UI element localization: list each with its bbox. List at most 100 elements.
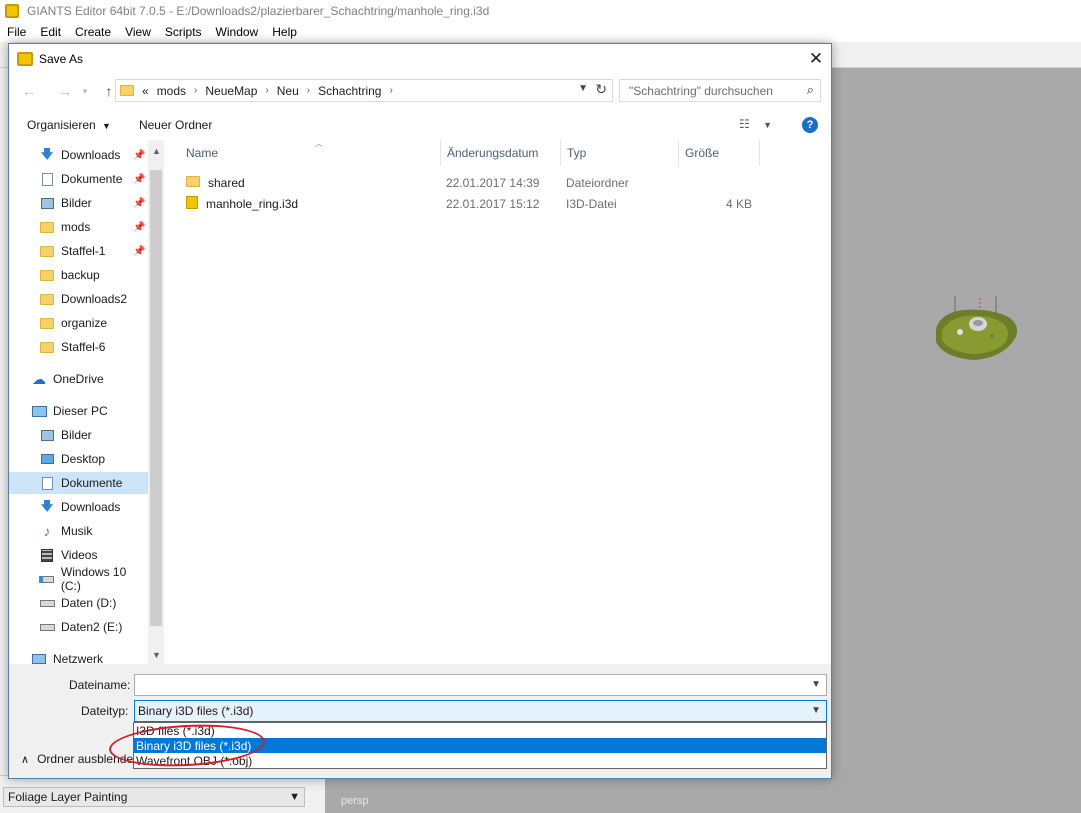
nav-item-label: Windows 10 (C:) — [60, 565, 127, 593]
scroll-thumb[interactable] — [150, 170, 162, 626]
file-row-shared[interactable]: shared 22.01.2017 14:39 Dateiordner — [174, 172, 774, 193]
folder-icon — [120, 85, 134, 96]
command-bar: Organisieren ▼ Neuer Ordner ☷ ▼ ? — [9, 110, 831, 140]
breadcrumb-schachtring[interactable]: Schachtring — [318, 84, 381, 98]
menu-view[interactable]: View — [118, 25, 158, 39]
giants-logo-icon — [5, 4, 19, 18]
details-view-icon: ☷ — [739, 117, 750, 131]
refresh-icon[interactable]: ↻ — [595, 81, 607, 98]
pin-icon[interactable]: 📌 — [133, 246, 145, 257]
nav-item-pc-dokumente[interactable]: Dokumente — [9, 472, 148, 494]
pin-icon[interactable]: 📌 — [133, 174, 145, 185]
chevron-down-icon[interactable]: ▼ — [152, 650, 161, 660]
column-header-label: Name — [186, 146, 219, 160]
nav-item-pc-daten2-e[interactable]: Daten2 (E:) — [39, 616, 149, 638]
column-header-date[interactable]: Änderungsdatum — [441, 140, 561, 166]
chevron-up-icon: ∧ — [21, 753, 30, 766]
new-folder-button[interactable]: Neuer Ordner — [139, 118, 212, 132]
nav-item-this-pc[interactable]: Dieser PC — [31, 400, 149, 422]
menu-scripts[interactable]: Scripts — [158, 25, 209, 39]
breadcrumb-mods[interactable]: mods — [157, 84, 186, 98]
help-icon[interactable]: ? — [802, 117, 818, 133]
nav-item-pc-downloads[interactable]: 🡇 Downloads — [39, 496, 149, 518]
viewport-camera-label: persp — [341, 795, 369, 807]
nav-item-onedrive[interactable]: ☁ OneDrive — [31, 368, 149, 390]
nav-item-mods[interactable]: mods 📌 — [39, 216, 149, 238]
nav-item-downloads[interactable]: 🡇 Downloads 📌 — [39, 144, 149, 166]
chevron-down-icon[interactable]: ▼ — [811, 705, 821, 716]
filetype-value: Binary i3D files (*.i3d) — [138, 704, 254, 718]
menu-create[interactable]: Create — [68, 25, 118, 39]
nav-item-downloads2[interactable]: Downloads2 — [39, 288, 149, 310]
nav-item-label: Staffel-6 — [61, 340, 106, 354]
desktop-icon — [39, 452, 55, 466]
nav-scrollbar[interactable]: ▲ ▼ — [148, 140, 164, 664]
nav-item-label: Netzwerk — [53, 652, 104, 664]
nav-item-pc-desktop[interactable]: Desktop — [39, 448, 149, 470]
nav-item-label: Dokumente — [61, 476, 123, 490]
nav-item-backup[interactable]: backup — [39, 264, 149, 286]
download-arrow-icon: 🡇 — [40, 146, 54, 161]
nav-item-label: Dokumente — [61, 172, 123, 186]
nav-item-label: mods — [61, 220, 91, 234]
chevron-right-icon[interactable]: › — [194, 85, 197, 96]
chevron-right-icon[interactable]: › — [265, 85, 268, 96]
document-icon — [39, 172, 55, 186]
pin-icon[interactable]: 📌 — [133, 150, 145, 161]
forward-arrow-icon[interactable]: → — [55, 83, 75, 99]
pictures-icon — [39, 428, 55, 442]
search-input[interactable]: "Schachtring" durchsuchen ⌕ — [619, 79, 821, 102]
navigation-bar: ← → ▾ ↑ « mods › NeueMap › Neu › Schacht… — [9, 77, 831, 105]
file-name: manhole_ring.i3d — [206, 196, 299, 211]
recent-chevron-icon[interactable]: ▾ — [75, 86, 95, 97]
column-header-type[interactable]: Typ — [561, 140, 679, 166]
nav-item-label: Staffel-1 — [61, 244, 106, 258]
foliage-layer-select[interactable]: Foliage Layer Painting ▼ — [3, 787, 305, 807]
organize-button[interactable]: Organisieren ▼ — [27, 118, 111, 132]
search-icon[interactable]: ⌕ — [807, 82, 814, 98]
pin-icon[interactable]: 📌 — [133, 198, 145, 209]
nav-item-pc-daten-d[interactable]: Daten (D:) — [39, 592, 149, 614]
foliage-layer-label: Foliage Layer Painting — [8, 790, 128, 804]
breadcrumb-neuemap[interactable]: NeueMap — [205, 84, 257, 98]
drive-icon — [39, 596, 55, 610]
file-row-manhole-ring[interactable]: manhole_ring.i3d 22.01.2017 15:12 I3D-Da… — [174, 193, 774, 214]
chevron-up-icon[interactable]: ▲ — [152, 146, 161, 156]
terrain-object-preview[interactable] — [932, 296, 1020, 362]
nav-item-pc-windows-c[interactable]: Windows 10 (C:) — [39, 565, 149, 593]
chevron-right-icon[interactable]: › — [389, 85, 392, 96]
nav-item-staffel-1[interactable]: Staffel-1 📌 — [39, 240, 149, 262]
nav-item-network[interactable]: Netzwerk — [31, 648, 149, 664]
nav-item-pc-musik[interactable]: ♪ Musik — [39, 520, 149, 542]
address-bar[interactable]: « mods › NeueMap › Neu › Schachtring › ▼… — [115, 79, 613, 102]
filetype-select[interactable]: Binary i3D files (*.i3d) ▼ — [134, 700, 827, 722]
file-list: Name ︿ Änderungsdatum Typ Größe shared 2… — [174, 139, 831, 664]
view-options-button[interactable]: ☷ ▼ — [739, 117, 772, 131]
column-header-name[interactable]: Name ︿ — [180, 139, 441, 166]
app-title: GIANTS Editor 64bit 7.0.5 - E:/Downloads… — [27, 4, 490, 18]
back-arrow-icon[interactable]: ← — [19, 83, 39, 99]
close-button[interactable]: ✕ — [801, 45, 831, 73]
cloud-icon: ☁ — [32, 370, 46, 387]
nav-item-pc-videos[interactable]: Videos — [39, 544, 149, 566]
chevron-down-icon[interactable]: ▼ — [578, 83, 588, 94]
filename-input[interactable]: ▼ — [134, 674, 827, 696]
nav-item-staffel-6[interactable]: Staffel-6 — [39, 336, 149, 358]
nav-item-pc-bilder[interactable]: Bilder — [39, 424, 149, 446]
chevron-right-icon[interactable]: › — [307, 85, 310, 96]
dialog-title-bar[interactable]: Save As ✕ — [9, 44, 831, 74]
app-menubar: File Edit Create View Scripts Window Hel… — [0, 22, 1081, 42]
breadcrumb-overflow[interactable]: « — [142, 84, 149, 98]
menu-window[interactable]: Window — [209, 25, 266, 39]
menu-file[interactable]: File — [0, 25, 33, 39]
column-header-size[interactable]: Größe — [679, 140, 760, 166]
menu-help[interactable]: Help — [265, 25, 304, 39]
pin-icon[interactable]: 📌 — [133, 222, 145, 233]
download-arrow-icon: 🡇 — [40, 498, 54, 513]
nav-item-dokumente[interactable]: Dokumente 📌 — [39, 168, 149, 190]
breadcrumb-neu[interactable]: Neu — [277, 84, 299, 98]
menu-edit[interactable]: Edit — [33, 25, 68, 39]
nav-item-bilder[interactable]: Bilder 📌 — [39, 192, 149, 214]
chevron-down-icon[interactable]: ▼ — [811, 679, 821, 690]
nav-item-organize[interactable]: organize — [39, 312, 149, 334]
